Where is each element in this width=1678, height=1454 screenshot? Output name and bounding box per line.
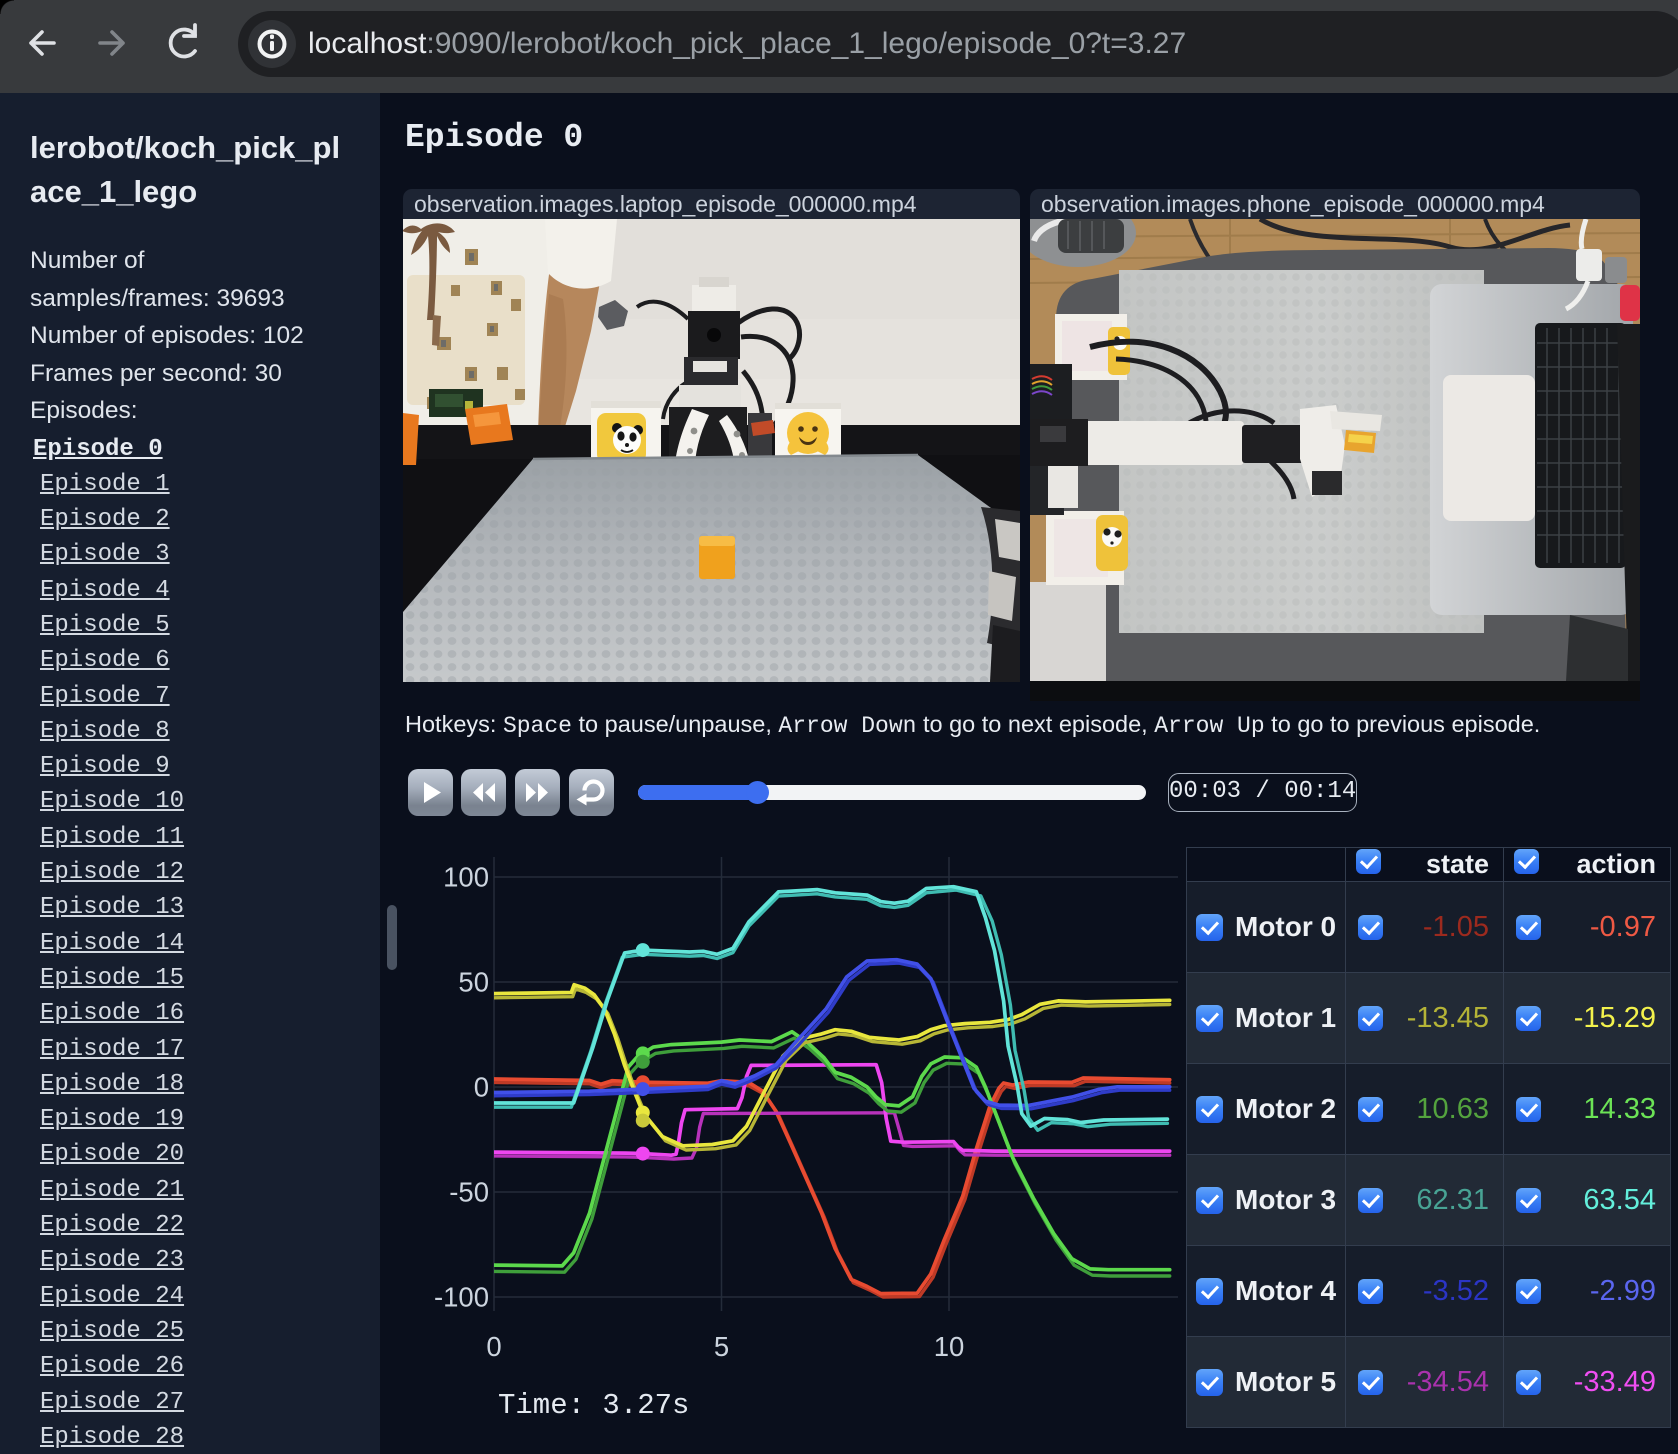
svg-text:0: 0 bbox=[474, 1072, 489, 1103]
svg-text:10: 10 bbox=[934, 1331, 965, 1362]
svg-text:5: 5 bbox=[714, 1331, 729, 1362]
svg-text:0: 0 bbox=[486, 1331, 501, 1362]
svg-text:100: 100 bbox=[443, 862, 489, 893]
svg-text:50: 50 bbox=[458, 967, 489, 998]
svg-text:-50: -50 bbox=[449, 1177, 489, 1208]
svg-text:-100: -100 bbox=[434, 1282, 489, 1313]
